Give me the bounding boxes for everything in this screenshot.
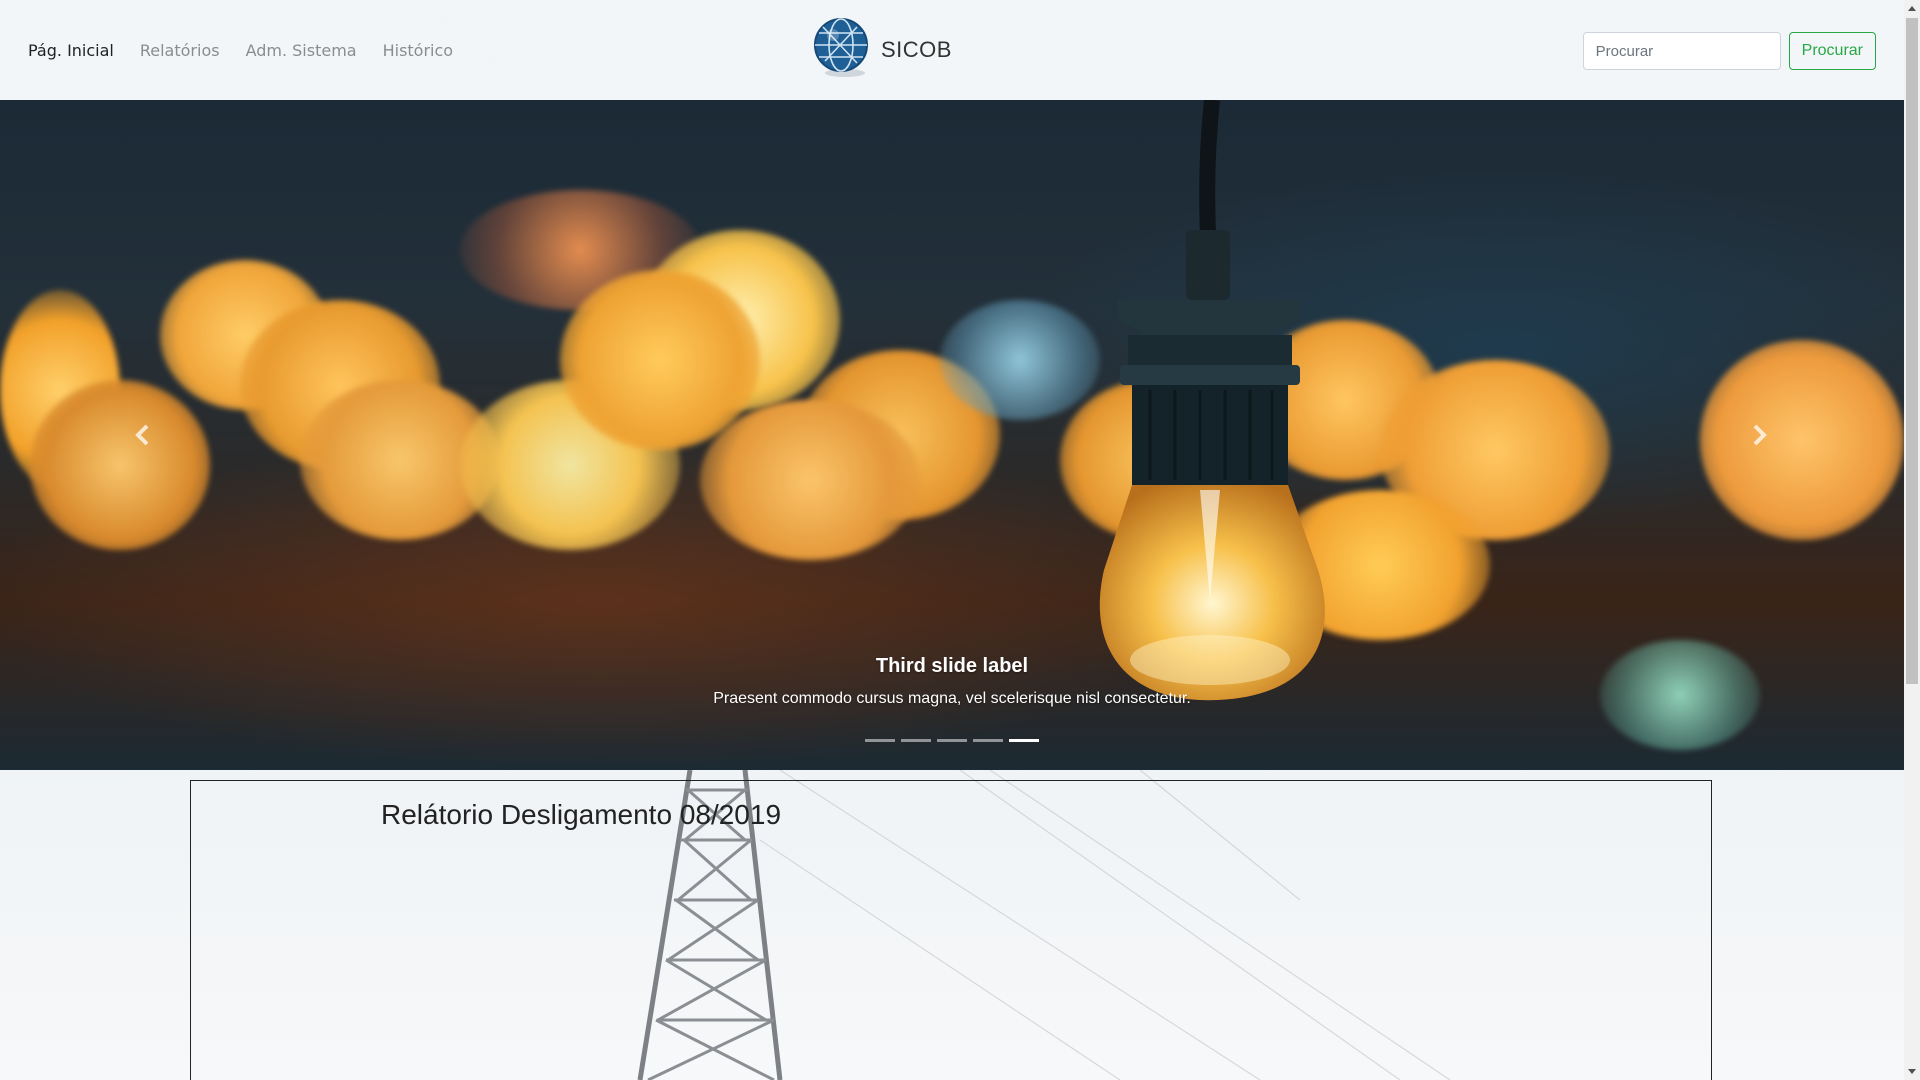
chevron-left-icon	[135, 424, 149, 446]
carousel-indicators	[0, 739, 1904, 742]
scrollbar-thumb[interactable]	[1906, 18, 1918, 684]
carousel-indicator-active[interactable]	[1009, 739, 1039, 742]
carousel-indicator[interactable]	[973, 739, 1003, 742]
brand-logo[interactable]: SICOB	[813, 17, 952, 84]
carousel-caption: Third slide label Praesent commodo cursu…	[0, 655, 1904, 708]
caption-title: Third slide label	[875, 655, 1029, 677]
carousel-indicator[interactable]	[901, 739, 931, 742]
nav-link-system-admin[interactable]: Adm. Sistema	[246, 41, 357, 60]
search-button[interactable]: Procurar	[1788, 32, 1876, 70]
scroll-up-button[interactable]	[1904, 0, 1920, 16]
search-form: Procurar	[1582, 32, 1876, 70]
carousel-indicator[interactable]	[937, 739, 967, 742]
vertical-scrollbar[interactable]	[1904, 0, 1920, 1080]
nav-links: Pág. Inicial Relatórios Adm. Sistema His…	[28, 0, 453, 100]
caret-down-icon	[1908, 1069, 1916, 1074]
carousel-prev-button[interactable]	[112, 400, 172, 470]
nav-link-home[interactable]: Pág. Inicial	[28, 41, 114, 60]
scroll-down-button[interactable]	[1904, 1064, 1920, 1080]
report-panel: Relátorio Desligamento 08/2019	[190, 780, 1712, 1080]
globe-icon	[813, 17, 873, 84]
caption-text: Praesent commodo cursus magna, vel scele…	[713, 690, 1191, 707]
navbar: Pág. Inicial Relatórios Adm. Sistema His…	[0, 0, 1904, 100]
search-input[interactable]	[1582, 32, 1781, 70]
hero-carousel: Third slide label Praesent commodo cursu…	[0, 100, 1904, 770]
chevron-right-icon	[1753, 424, 1767, 446]
nav-link-reports[interactable]: Relatórios	[140, 41, 220, 60]
carousel-indicator[interactable]	[865, 739, 895, 742]
caret-up-icon	[1908, 6, 1916, 11]
nav-link-history[interactable]: Histórico	[383, 41, 453, 60]
brand-name: SICOB	[881, 37, 952, 62]
report-title: Relátorio Desligamento 08/2019	[381, 799, 782, 830]
carousel-next-button[interactable]	[1730, 400, 1790, 470]
